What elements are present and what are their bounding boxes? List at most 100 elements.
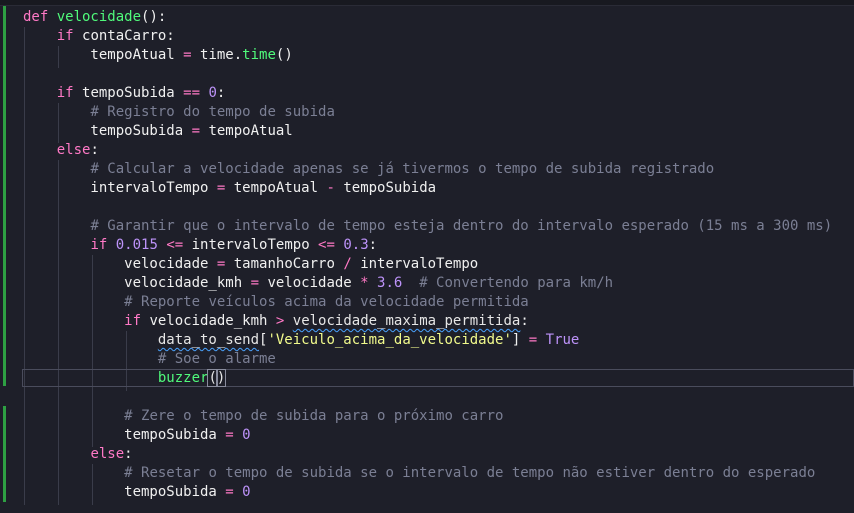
code-line[interactable]: velocidade = tamanhoCarro / intervaloTem… <box>23 255 478 274</box>
code-token: tempoSubida <box>23 123 192 139</box>
code-token: : <box>368 237 378 253</box>
code-token: ( <box>207 369 218 387</box>
code-line[interactable]: # Resetar o tempo de subida se o interva… <box>23 464 815 483</box>
code-token: velocidade_maxima_permitida <box>292 313 521 329</box>
code-line[interactable]: # Registro do tempo de subida <box>23 103 335 122</box>
code-token: * <box>360 275 369 291</box>
code-token: contaCarro: <box>82 28 175 44</box>
code-token: velocidade <box>56 9 142 25</box>
code-line[interactable]: tempoSubida = tempoAtual <box>23 122 292 141</box>
code-line[interactable]: if 0.015 <= intervaloTempo <= 0.3: <box>23 236 377 255</box>
code-token: tempoSubida <box>334 180 437 196</box>
code-line[interactable]: else: <box>23 141 99 160</box>
code-token: velocidade <box>259 275 361 291</box>
code-token: data_to_send <box>157 332 260 348</box>
code-token: = <box>225 484 234 500</box>
code-token: if <box>56 85 83 101</box>
code-token: intervaloTempo <box>183 237 319 253</box>
code-token: 0.3 <box>343 237 369 253</box>
code-line[interactable]: tempoAtual = time.time() <box>23 46 293 65</box>
code-token: () <box>275 47 293 63</box>
code-line[interactable]: # Garantir que o intervalo de tempo este… <box>23 217 832 236</box>
code-token: def <box>23 9 57 25</box>
code-token: else <box>90 446 125 462</box>
code-token: tempoAtual <box>23 47 184 63</box>
code-token: - <box>326 180 335 196</box>
code-line[interactable]: else: <box>23 445 133 464</box>
code-token: <= <box>318 237 335 253</box>
code-token: (): <box>141 9 167 25</box>
code-line[interactable]: if tempoSubida == 0: <box>23 84 226 103</box>
code-line[interactable]: # Soe o alarme <box>23 350 276 369</box>
code-token: velocidade_kmh <box>23 275 251 291</box>
code-token: time. <box>191 47 243 63</box>
code-token: 0 <box>242 427 251 443</box>
code-token: buzzer <box>157 370 209 386</box>
code-token: : <box>124 446 133 462</box>
code-token: = <box>528 332 538 348</box>
code-token: : <box>90 142 99 158</box>
code-token: if <box>124 313 150 329</box>
code-line[interactable]: intervaloTempo = tempoAtual - tempoSubid… <box>23 179 436 198</box>
code-token: True <box>545 332 580 348</box>
code-token: else <box>56 142 91 158</box>
code-line[interactable]: tempoSubida = 0 <box>23 483 251 502</box>
code-token: / <box>343 256 352 272</box>
code-editor[interactable]: def velocidade(): if contaCarro: tempoAt… <box>0 0 854 513</box>
code-token: # Registro do tempo de subida <box>90 104 335 120</box>
code-line[interactable]: if contaCarro: <box>23 27 175 46</box>
code-token: # Convertendo para km/h <box>419 275 614 291</box>
code-token: 3.6 <box>377 275 403 291</box>
code-token: # Resetar o tempo de subida se o interva… <box>124 465 816 481</box>
code-token: if <box>56 28 83 44</box>
code-token: tempoSubida <box>82 85 184 101</box>
code-token: tempoSubida <box>23 484 226 500</box>
code-token: # Soe o alarme <box>157 351 276 367</box>
code-line[interactable]: # Reporte veículos acima da velocidade p… <box>23 293 529 312</box>
code-token: # Reporte veículos acima da velocidade p… <box>124 294 529 310</box>
code-token: # Zere o tempo de subida para o próximo … <box>124 408 504 424</box>
code-token: intervaloTempo <box>351 256 479 272</box>
code-token: # Calcular a velocidade apenas se já tiv… <box>90 161 715 177</box>
code-token: velocidade <box>23 256 217 272</box>
code-token: tempoAtual <box>225 180 327 196</box>
code-token: = <box>191 123 201 139</box>
code-token: : <box>520 313 529 329</box>
code-line[interactable]: buzzer() <box>23 369 227 388</box>
code-line[interactable]: # Zere o tempo de subida para o próximo … <box>23 407 503 426</box>
code-line[interactable]: def velocidade(): <box>23 8 166 27</box>
code-token: tamanhoCarro <box>225 256 344 272</box>
git-added-marker-bottom <box>3 406 6 502</box>
code-token: if <box>90 237 116 253</box>
code-line[interactable]: if velocidade_kmh > velocidade_maxima_pe… <box>23 312 529 331</box>
code-token: 'Veiculo_acima_da_velocidade' <box>267 332 512 348</box>
code-line[interactable]: data_to_send['Veiculo_acima_da_velocidad… <box>23 331 580 350</box>
code-line[interactable]: velocidade_kmh = velocidade * 3.6 # Conv… <box>23 274 613 293</box>
git-added-marker-top <box>3 6 6 386</box>
code-token: = <box>250 275 260 291</box>
code-token: 0 <box>242 484 251 500</box>
code-token: # Garantir que o intervalo de tempo este… <box>90 218 833 234</box>
code-line[interactable]: tempoSubida = 0 <box>23 426 251 445</box>
code-token: ) <box>215 369 227 387</box>
code-line[interactable]: # Calcular a velocidade apenas se já tiv… <box>23 160 714 179</box>
code-token: intervaloTempo <box>23 180 217 196</box>
code-token: == <box>183 85 201 101</box>
code-token: tempoSubida <box>23 427 226 443</box>
